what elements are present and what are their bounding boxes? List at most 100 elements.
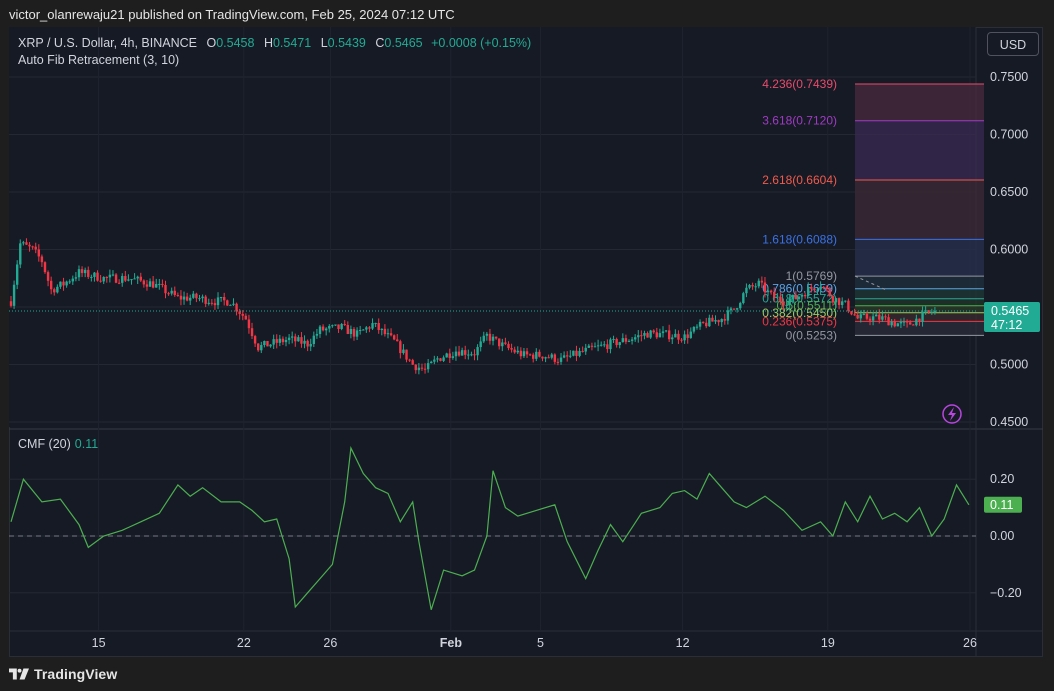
low-value: 0.5439 xyxy=(327,36,366,50)
candle-body xyxy=(216,297,220,306)
candle-body xyxy=(15,264,19,285)
candle-body xyxy=(272,339,275,345)
candle-body xyxy=(383,328,387,335)
candle-body xyxy=(43,262,47,273)
candle-body xyxy=(504,342,507,344)
candle-body xyxy=(389,333,393,336)
candle-body xyxy=(797,296,801,300)
candle-body xyxy=(599,344,603,346)
candle-body xyxy=(896,323,900,327)
candle-body xyxy=(247,319,251,329)
candle-body xyxy=(717,320,720,323)
candle-body xyxy=(791,294,794,300)
candle-body xyxy=(868,318,872,321)
candle-body xyxy=(241,313,244,316)
candle-body xyxy=(587,345,591,348)
candle-body xyxy=(420,367,424,369)
candle-body xyxy=(680,339,683,341)
fib-zone xyxy=(855,298,984,306)
price-tick-label: 0.6000 xyxy=(990,243,1028,257)
candle-body xyxy=(513,349,516,353)
candle-body xyxy=(460,350,464,356)
candle-body xyxy=(581,350,584,352)
candle-body xyxy=(399,341,402,354)
candle-body xyxy=(93,272,96,277)
candle-body xyxy=(732,308,736,310)
cmf-legend[interactable]: CMF (20) 0.11 xyxy=(18,437,98,451)
candle-body xyxy=(603,344,606,346)
candle-body xyxy=(12,284,16,306)
candle-body xyxy=(918,318,921,322)
candle-body xyxy=(596,345,600,347)
candle-body xyxy=(769,290,773,292)
candle-body xyxy=(912,324,915,326)
candle-body xyxy=(788,299,791,305)
candle-body xyxy=(275,339,278,343)
candle-body xyxy=(538,351,541,357)
candle-body xyxy=(457,351,461,356)
candle-body xyxy=(470,354,473,356)
candle-body xyxy=(99,280,102,282)
candle-body xyxy=(328,326,331,329)
currency-button[interactable]: USD xyxy=(987,32,1039,56)
high-value: 0.5471 xyxy=(272,36,312,50)
candle-body xyxy=(185,296,189,301)
cmf-line xyxy=(10,445,970,610)
candle-body xyxy=(155,283,158,288)
candle-body xyxy=(173,290,176,295)
candle-body xyxy=(624,338,628,342)
candle-body xyxy=(223,297,226,301)
candle-body xyxy=(362,329,365,331)
candle-body xyxy=(837,298,841,306)
cmf-label: CMF (20) xyxy=(18,437,71,451)
candle-body xyxy=(340,324,343,329)
candle-body xyxy=(192,293,195,298)
last-price-label: 0.5465 xyxy=(991,304,1029,318)
time-tick-label: 26 xyxy=(963,636,977,650)
candle-body xyxy=(646,333,649,338)
candle-body xyxy=(735,308,739,310)
candle-body xyxy=(779,296,782,302)
indicator-legend[interactable]: Auto Fib Retracement (3, 10) xyxy=(18,53,179,67)
cmf-tick-label: 0.00 xyxy=(990,529,1014,543)
candle-body xyxy=(723,319,726,321)
candle-body xyxy=(232,303,235,305)
candle-body xyxy=(309,343,312,347)
candle-body xyxy=(315,333,319,336)
candle-body xyxy=(507,343,510,349)
candle-body xyxy=(111,274,115,276)
candle-body xyxy=(87,269,90,277)
candle-body xyxy=(204,296,207,304)
candle-body xyxy=(813,288,816,291)
time-tick-label: 22 xyxy=(237,636,251,650)
time-tick-label: 19 xyxy=(821,636,835,650)
candle-body xyxy=(266,340,269,347)
candle-body xyxy=(439,358,442,361)
candle-body xyxy=(884,316,887,318)
time-tick-label: Feb xyxy=(440,636,463,650)
candle-body xyxy=(374,322,377,324)
candle-body xyxy=(219,297,223,299)
fib-level-label: 1.618(0.6088) xyxy=(762,232,837,246)
chart-canvas[interactable]: 4.236(0.7439) 3.618(0.7120) 2.618(0.6604) 1… xyxy=(9,27,1043,657)
candle-body xyxy=(213,303,217,306)
candle-body xyxy=(164,284,167,294)
candle-body xyxy=(244,315,248,320)
candle-body xyxy=(337,324,340,329)
candle-body xyxy=(127,279,130,281)
open-value: 0.5458 xyxy=(216,36,255,50)
candle-body xyxy=(124,276,127,281)
candle-body xyxy=(281,338,285,343)
candle-body xyxy=(114,274,118,283)
candle-body xyxy=(142,280,146,285)
candle-body xyxy=(893,321,896,327)
candle-body xyxy=(541,356,544,359)
candle-body xyxy=(77,269,81,278)
candle-body xyxy=(612,339,615,341)
candle-body xyxy=(405,349,408,360)
fib-zone xyxy=(855,84,984,121)
candle-body xyxy=(445,353,448,358)
candle-body xyxy=(136,276,139,279)
candle-body xyxy=(525,351,529,355)
time-tick-label: 26 xyxy=(323,636,337,650)
